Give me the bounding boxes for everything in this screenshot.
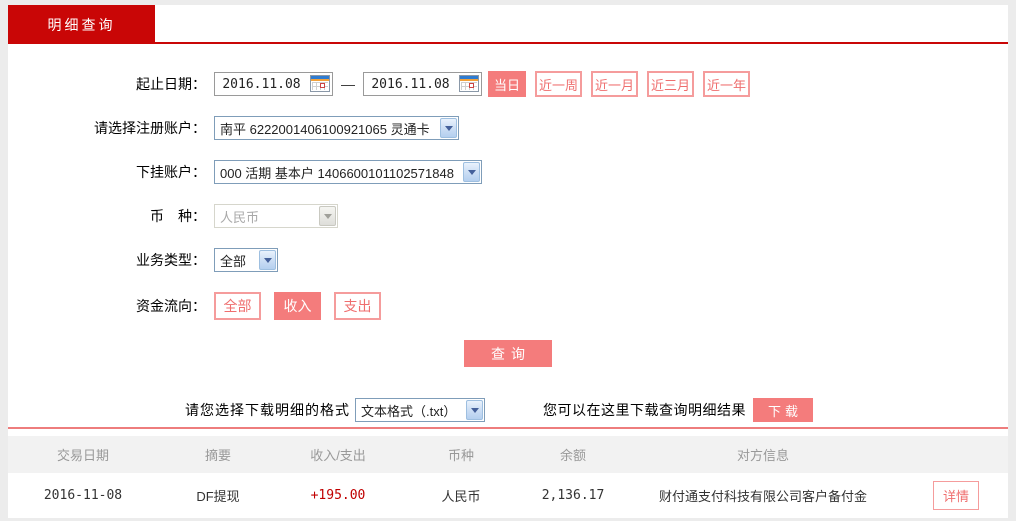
fund-flow-all-button[interactable]: 全部: [214, 292, 261, 320]
download-button[interactable]: 下载: [753, 398, 813, 422]
fund-flow-expense-button[interactable]: 支出: [334, 292, 381, 320]
currency-label: 币 种：: [150, 208, 206, 224]
quick-range-week-button[interactable]: 近一周: [535, 71, 583, 97]
business-type-row: 业务类型： 全部: [8, 248, 1008, 272]
currency-row: 币 种： 人民币: [8, 204, 1008, 228]
header-balance: 余额: [559, 448, 586, 463]
currency-value: 人民币: [220, 209, 260, 225]
header-counterparty: 对方信息: [736, 448, 789, 463]
header-currency: 币种: [447, 448, 474, 463]
register-account-value: 南平 6222001406100921065 灵通卡: [220, 121, 430, 137]
tab-bar: 明细查询: [8, 5, 1008, 44]
fund-flow-row: 资金流向： 全部 收入 支出: [8, 292, 1008, 320]
sub-account-value: 000 活期 基本户 1406600101102571848: [220, 165, 454, 181]
quick-range-month-button[interactable]: 近一月: [591, 71, 639, 97]
chevron-down-icon: [440, 118, 457, 138]
calendar-icon[interactable]: [459, 75, 479, 92]
quick-range-today-button[interactable]: 当日: [488, 71, 526, 97]
fund-flow-income-button[interactable]: 收入: [274, 292, 321, 320]
cell-balance: 2,136.17: [541, 488, 605, 503]
download-format-label: 请您选择下载明细的格式: [185, 402, 350, 418]
quick-range-year-button[interactable]: 近一年: [703, 71, 751, 97]
sub-account-select[interactable]: 000 活期 基本户 1406600101102571848: [214, 160, 482, 184]
calendar-icon[interactable]: [310, 75, 330, 92]
query-form: 起止日期： — 当日 近一周 近一月 近三月 近一年: [8, 44, 1008, 427]
business-type-select[interactable]: 全部: [214, 248, 278, 272]
chevron-down-icon: [319, 206, 336, 226]
start-date-field: [214, 72, 333, 96]
date-separator: —: [341, 76, 355, 92]
download-row: 请您选择下载明细的格式 文本格式（.txt） 您可以在这里下载查询明细结果 下载: [8, 398, 1008, 422]
detail-button[interactable]: 详情: [932, 481, 979, 510]
tab-detail-query[interactable]: 明细查询: [8, 5, 155, 44]
table-row: 2016-11-08 DF提现 +195.00 人民币 2,136.17 财付通…: [8, 473, 1008, 518]
cell-actions: 详情: [904, 481, 1008, 510]
header-date: 交易日期: [56, 448, 109, 463]
business-type-label: 业务类型：: [136, 252, 206, 268]
date-range-label: 起止日期：: [136, 76, 206, 92]
business-type-value: 全部: [220, 253, 247, 269]
sub-account-row: 下挂账户： 000 活期 基本户 1406600101102571848: [8, 160, 1008, 184]
register-account-label: 请选择注册账户：: [94, 120, 206, 136]
quick-range-quarter-button[interactable]: 近三月: [647, 71, 695, 97]
sub-account-label: 下挂账户：: [136, 164, 206, 180]
main-panel: 明细查询 起止日期： — 当日 近一周 近一月: [8, 5, 1008, 518]
cell-summary: DF提现: [196, 489, 240, 504]
date-range-row: 起止日期： — 当日 近一周 近一月 近三月 近一年: [8, 71, 1008, 97]
download-hint: 您可以在这里下载查询明细结果: [543, 402, 746, 418]
register-account-select[interactable]: 南平 6222001406100921065 灵通卡: [214, 116, 459, 140]
chevron-down-icon: [463, 162, 480, 182]
query-button[interactable]: 查询: [464, 340, 552, 367]
cell-amount: +195.00: [310, 488, 366, 503]
fund-flow-label: 资金流向：: [136, 298, 206, 314]
currency-select: 人民币: [214, 204, 338, 228]
table-header: 交易日期 摘要 收入/支出 币种 余额 对方信息: [8, 436, 1008, 473]
cell-counterparty: 财付通支付科技有限公司客户备付金: [658, 489, 867, 504]
cell-currency: 人民币: [441, 489, 481, 504]
chevron-down-icon: [259, 250, 276, 270]
register-account-row: 请选择注册账户： 南平 6222001406100921065 灵通卡: [8, 116, 1008, 140]
header-amount: 收入/支出: [310, 448, 366, 463]
header-summary: 摘要: [204, 448, 231, 463]
download-format-value: 文本格式（.txt）: [361, 403, 457, 419]
cell-date: 2016-11-08: [43, 488, 123, 503]
chevron-down-icon: [466, 400, 483, 420]
end-date-field: [363, 72, 482, 96]
download-format-select[interactable]: 文本格式（.txt）: [355, 398, 485, 422]
